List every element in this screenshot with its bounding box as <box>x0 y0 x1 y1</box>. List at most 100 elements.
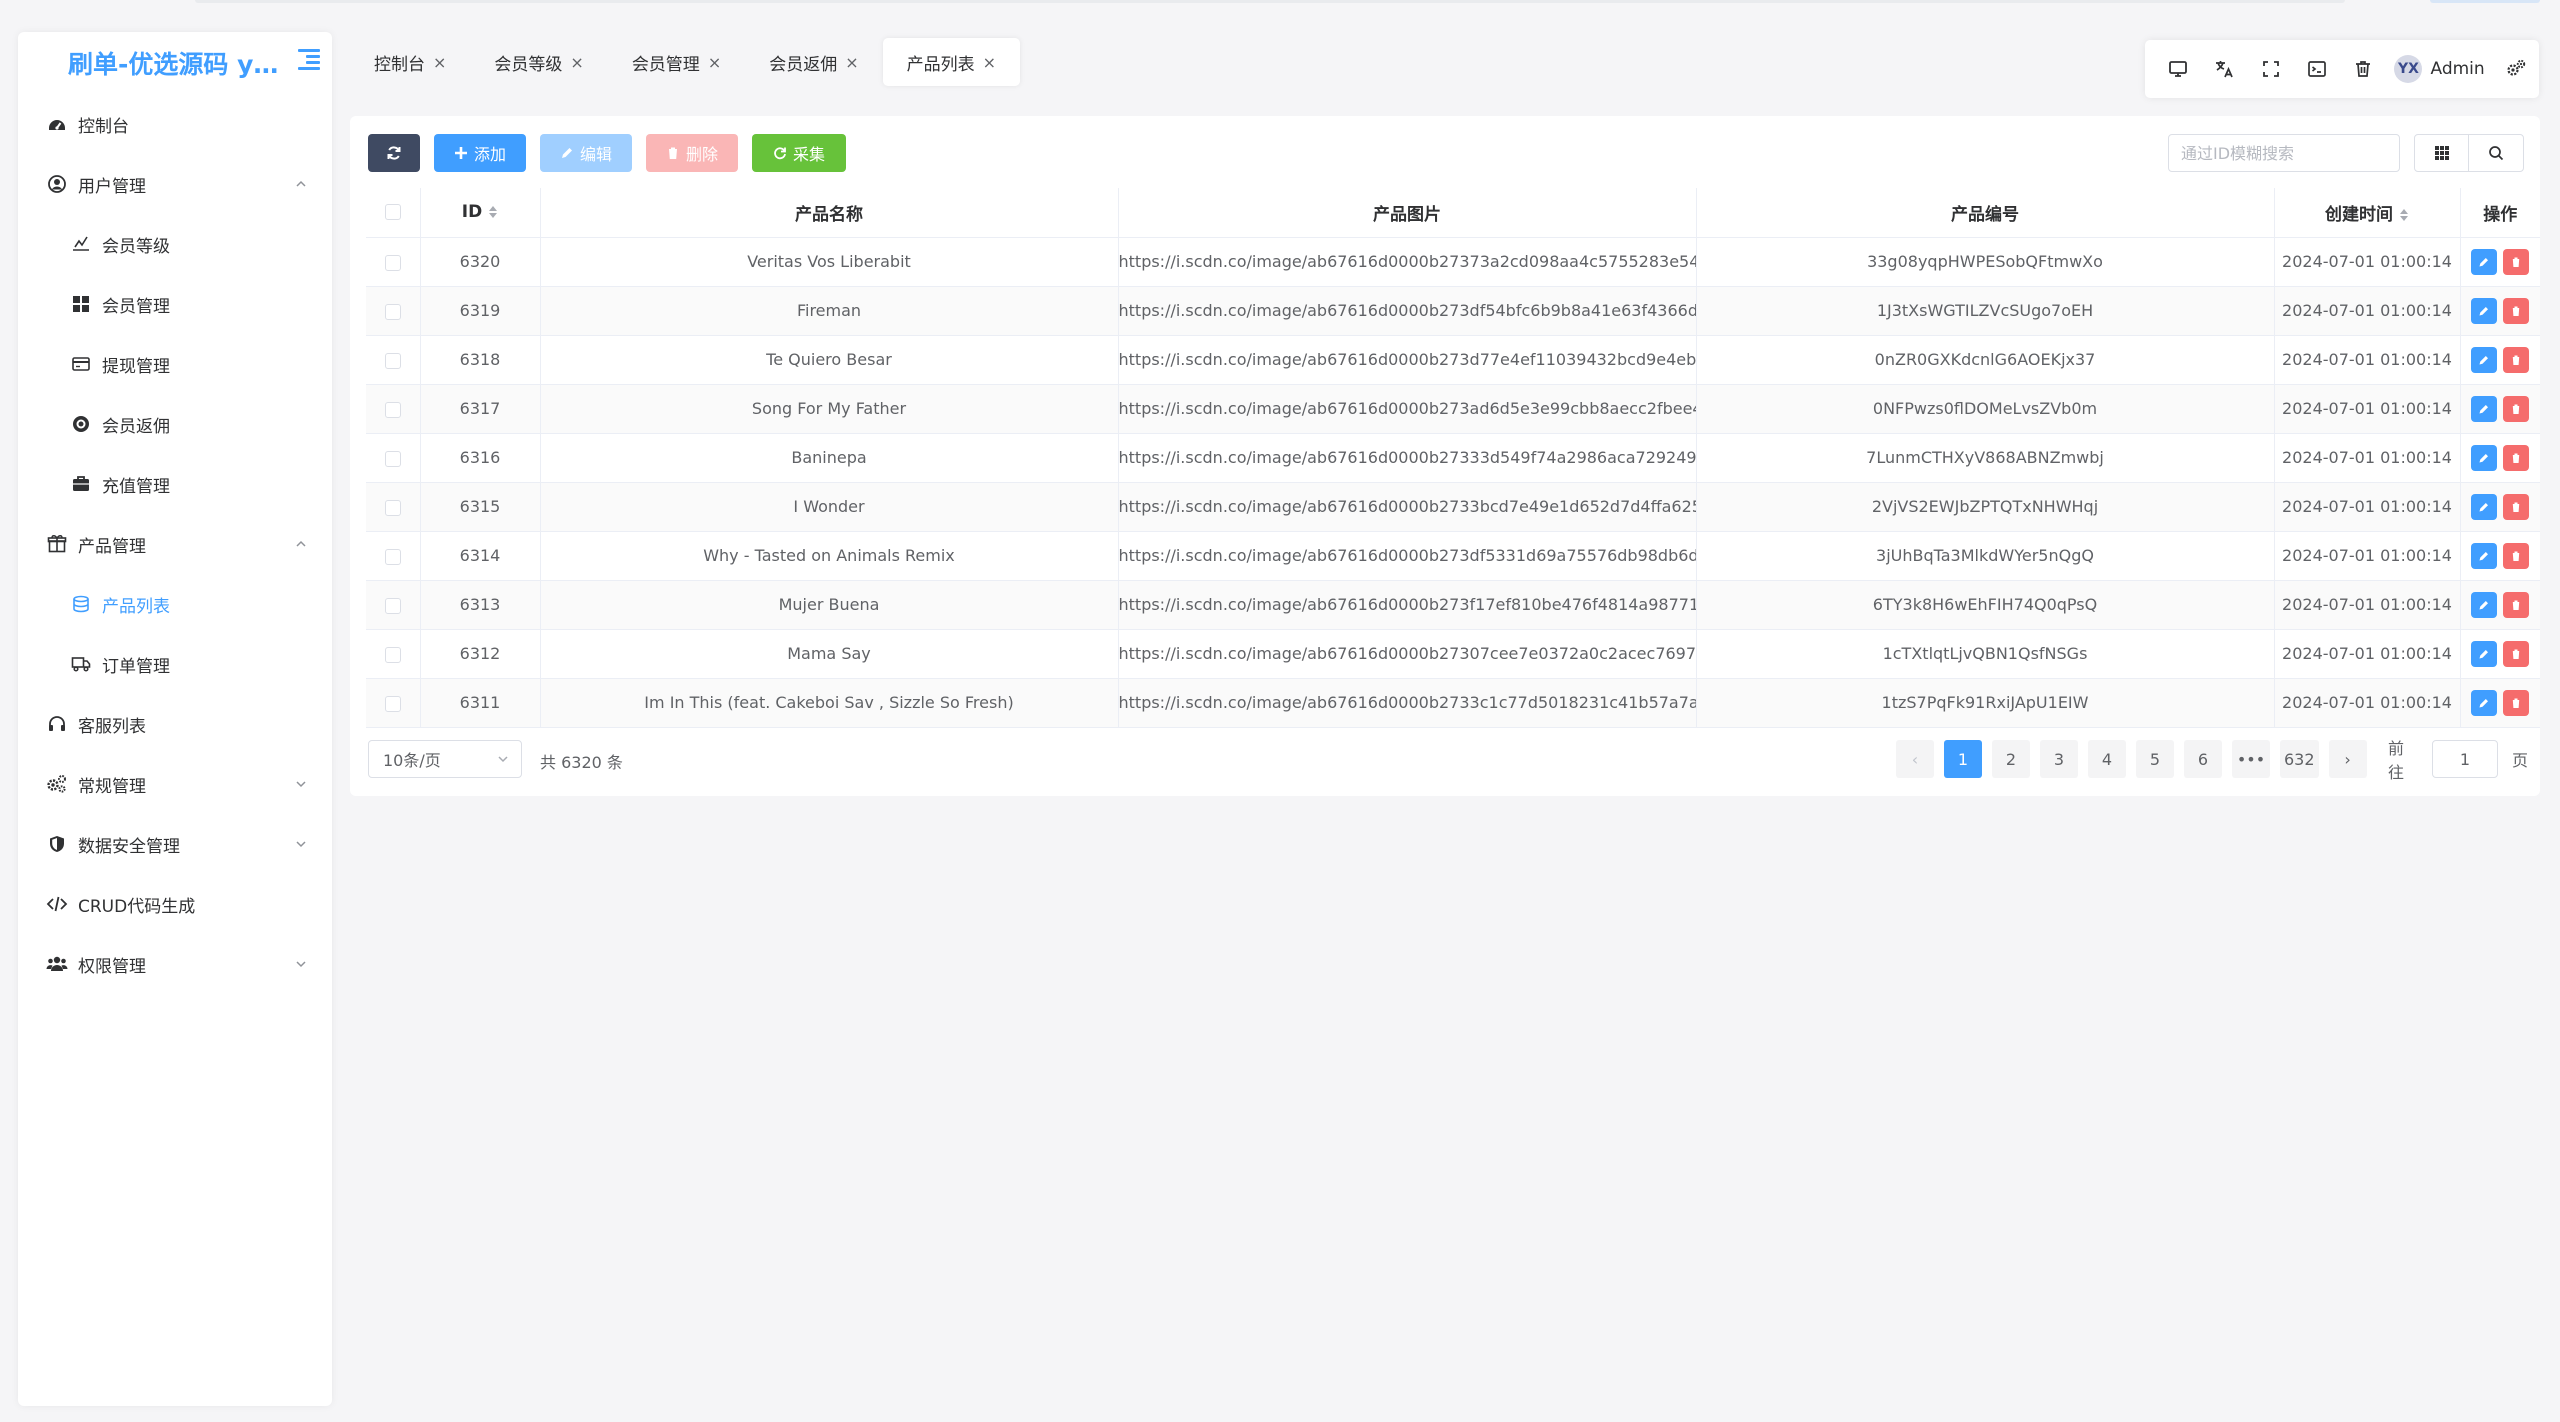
row-edit-button[interactable] <box>2471 395 2498 422</box>
edit-button[interactable]: 编辑 <box>540 134 632 172</box>
sort-icon[interactable] <box>2399 208 2409 222</box>
close-icon[interactable]: × <box>708 53 721 72</box>
row-edit-button[interactable] <box>2471 542 2498 569</box>
select-all-checkbox[interactable] <box>384 204 401 221</box>
sidebar-item[interactable]: 提现管理 <box>18 334 332 394</box>
brand-title[interactable]: 刷单-优选源码 yx... <box>68 45 286 81</box>
menu-collapse-icon[interactable] <box>298 48 322 70</box>
clear-cache-trash-icon[interactable] <box>2340 49 2386 89</box>
tab[interactable]: 会员返佣 × <box>745 38 882 86</box>
sidebar-item[interactable]: CRUD代码生成 <box>18 874 332 934</box>
row-checkbox[interactable] <box>384 303 401 320</box>
row-delete-button[interactable] <box>2503 542 2530 569</box>
search-toggle-button[interactable] <box>2469 135 2523 171</box>
image-cell: https://i.scdn.co/image/ab67616d0000b273… <box>1117 335 1696 385</box>
row-edit-button[interactable] <box>2471 444 2498 471</box>
avatar: YX <box>2394 55 2423 83</box>
user-circle-icon <box>46 173 68 195</box>
page-button[interactable]: 4 <box>2088 740 2126 778</box>
user-menu[interactable]: YX Admin <box>2386 49 2492 89</box>
translate-icon[interactable] <box>2201 49 2247 89</box>
row-checkbox[interactable] <box>384 695 401 712</box>
row-delete-button[interactable] <box>2503 493 2530 520</box>
row-edit-button[interactable] <box>2471 493 2498 520</box>
delete-button[interactable]: 删除 <box>646 134 738 172</box>
sidebar-item[interactable]: 订单管理 <box>18 634 332 694</box>
close-icon[interactable]: × <box>433 53 446 72</box>
page-button[interactable]: 2 <box>1992 740 2030 778</box>
sidebar-item[interactable]: 产品管理 <box>18 514 332 574</box>
tab[interactable]: 会员管理 × <box>608 38 745 86</box>
row-delete-button[interactable] <box>2503 689 2530 716</box>
fullscreen-icon[interactable] <box>2248 49 2294 89</box>
col-id[interactable]: ID <box>419 188 540 238</box>
sidebar-item[interactable]: 常规管理 <box>18 754 332 814</box>
next-page-button[interactable]: › <box>2328 740 2367 778</box>
row-checkbox[interactable] <box>384 597 401 614</box>
close-icon[interactable]: × <box>983 53 996 72</box>
page-button[interactable]: 1 <box>1944 740 1982 778</box>
chevron-up-icon <box>294 536 308 550</box>
row-edit-button[interactable] <box>2471 689 2498 716</box>
sidebar-item[interactable]: 会员管理 <box>18 274 332 334</box>
terminal-icon[interactable] <box>2294 49 2340 89</box>
sidebar-item[interactable]: 客服列表 <box>18 694 332 754</box>
tab[interactable]: 会员等级 × <box>470 38 607 86</box>
page-button[interactable]: 6 <box>2184 740 2222 778</box>
sidebar-item[interactable]: 会员等级 <box>18 214 332 274</box>
goto-page-input[interactable] <box>2431 740 2498 778</box>
row-delete-button[interactable] <box>2503 444 2530 471</box>
row-delete-button[interactable] <box>2503 297 2530 324</box>
image-cell: https://i.scdn.co/image/ab67616d0000b273… <box>1117 286 1696 336</box>
close-icon[interactable]: × <box>570 53 583 72</box>
row-checkbox[interactable] <box>384 254 401 271</box>
row-edit-button[interactable] <box>2471 297 2498 324</box>
row-checkbox[interactable] <box>384 646 401 663</box>
page-button[interactable]: 3 <box>2040 740 2078 778</box>
row-delete-button[interactable] <box>2503 346 2530 373</box>
row-edit-button[interactable] <box>2471 346 2498 373</box>
settings-gears-icon[interactable] <box>2493 49 2539 89</box>
sidebar-item[interactable]: 控制台 <box>18 94 332 154</box>
sidebar-item[interactable]: 充值管理 <box>18 454 332 514</box>
frontend-monitor-icon[interactable] <box>2155 49 2201 89</box>
actions-cell <box>2459 580 2540 630</box>
tab[interactable]: 控制台 × <box>350 38 470 86</box>
row-checkbox[interactable] <box>384 499 401 516</box>
column-toggle-button[interactable] <box>2415 135 2470 171</box>
row-delete-button[interactable] <box>2503 248 2530 275</box>
row-delete-button[interactable] <box>2503 395 2530 422</box>
sidebar-item[interactable]: 数据安全管理 <box>18 814 332 874</box>
trash-icon <box>2510 648 2522 660</box>
sidebar-item[interactable]: 会员返佣 <box>18 394 332 454</box>
add-button[interactable]: 添加 <box>434 134 526 172</box>
collect-button[interactable]: 采集 <box>752 134 846 172</box>
row-checkbox[interactable] <box>384 401 401 418</box>
more-pages-button[interactable]: ••• <box>2232 740 2270 778</box>
row-delete-button[interactable] <box>2503 640 2530 667</box>
search-input[interactable] <box>2181 143 2399 163</box>
row-checkbox[interactable] <box>384 548 401 565</box>
col-created[interactable]: 创建时间 <box>2273 188 2460 238</box>
row-checkbox[interactable] <box>384 352 401 369</box>
refresh-button[interactable] <box>368 134 420 172</box>
sidebar-item[interactable]: 权限管理 <box>18 934 332 994</box>
tab[interactable]: 产品列表 × <box>882 38 1021 86</box>
sidebar-item[interactable]: 用户管理 <box>18 154 332 214</box>
close-icon[interactable]: × <box>845 53 858 72</box>
sidebar-item[interactable]: 产品列表 <box>18 574 332 634</box>
top-progress-line <box>195 0 2345 3</box>
row-edit-button[interactable] <box>2471 248 2498 275</box>
row-checkbox[interactable] <box>384 450 401 467</box>
row-edit-button[interactable] <box>2471 640 2498 667</box>
created-cell: 2024-07-01 01:00:14 <box>2273 433 2460 483</box>
page-button[interactable]: 5 <box>2136 740 2174 778</box>
actions-cell <box>2459 237 2540 287</box>
prev-page-button[interactable]: ‹ <box>1896 740 1934 778</box>
sort-icon[interactable] <box>488 205 498 219</box>
row-delete-button[interactable] <box>2503 591 2530 618</box>
chevron-down-icon <box>294 836 308 850</box>
row-edit-button[interactable] <box>2471 591 2498 618</box>
page-button[interactable]: 632 <box>2280 740 2319 778</box>
page-size-select[interactable]: 10条/页 <box>368 740 522 778</box>
